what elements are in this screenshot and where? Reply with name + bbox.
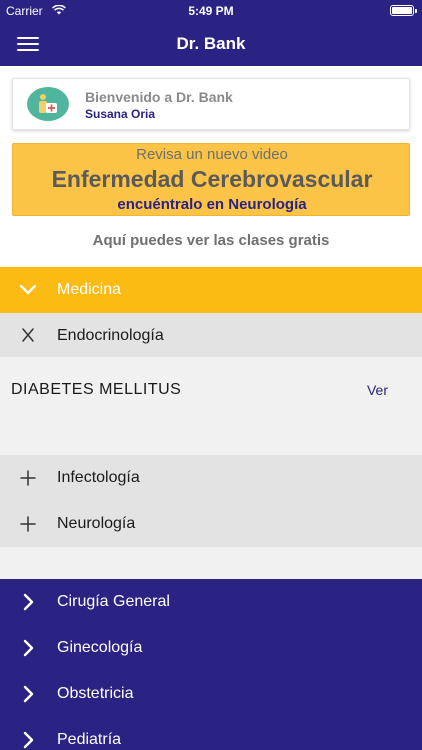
subcategory-endocrinologia[interactable]: Endocrinología [0, 313, 422, 357]
free-classes-label: Aquí puedes ver las clases gratis [92, 232, 330, 249]
welcome-card: Bienvenido a Dr. Bank Susana Oria [12, 78, 410, 130]
spacer [0, 547, 422, 579]
category-cirugia-general[interactable]: Cirugía General [0, 579, 422, 625]
subcategory-label: Endocrinología [57, 327, 164, 344]
category-ginecologia[interactable]: Ginecología [0, 625, 422, 671]
spacer [0, 421, 422, 455]
welcome-greeting: Bienvenido a Dr. Bank [85, 89, 233, 105]
banner-subtitle: Revisa un nuevo video [136, 146, 288, 163]
battery-icon [390, 5, 417, 16]
category-pediatria[interactable]: Pediatría [0, 717, 422, 750]
banner-location: encuéntralo en Neurología [117, 196, 307, 213]
chevron-right-icon [23, 593, 34, 611]
plus-icon [20, 470, 36, 486]
category-list: Cirugía General Ginecología Obstetricia … [0, 579, 422, 750]
avatar [27, 87, 69, 121]
status-time: 5:49 PM [188, 4, 234, 18]
category-label: Pediatría [57, 731, 122, 748]
category-obstetricia[interactable]: Obstetricia [0, 671, 422, 717]
category-label: Ginecología [57, 639, 143, 656]
class-item-diabetes: DIABETES MELLITUS Ver [0, 357, 422, 421]
subcategory-neurologia[interactable]: Neurología [0, 501, 422, 547]
subcategory-infectologia[interactable]: Infectología [0, 455, 422, 501]
class-title: DIABETES MELLITUS [11, 381, 182, 398]
chevron-down-icon [19, 284, 37, 295]
banner-video-title: Enfermedad Cerebrovascular [51, 166, 373, 192]
subcategory-label: Neurología [57, 515, 136, 532]
page-title: Dr. Bank [176, 34, 246, 53]
status-bar: Carrier 5:49 PM [0, 0, 422, 22]
navigation-bar: Dr. Bank [0, 22, 422, 66]
category-medicina[interactable]: Medicina [0, 267, 422, 313]
user-name: Susana Oria [85, 107, 156, 121]
subcategory-label: Infectología [57, 469, 140, 486]
chevron-right-icon [23, 685, 34, 703]
category-label: Cirugía General [57, 593, 170, 610]
chevron-right-icon [23, 639, 34, 657]
category-label: Medicina [57, 281, 122, 298]
chevron-right-icon [23, 731, 34, 749]
close-icon [22, 328, 34, 342]
new-video-banner[interactable]: Revisa un nuevo video Enfermedad Cerebro… [12, 143, 410, 216]
view-class-link[interactable]: Ver [367, 382, 388, 398]
medical-kit-icon [39, 94, 57, 113]
category-label: Obstetricia [57, 685, 134, 702]
plus-icon [20, 516, 36, 532]
